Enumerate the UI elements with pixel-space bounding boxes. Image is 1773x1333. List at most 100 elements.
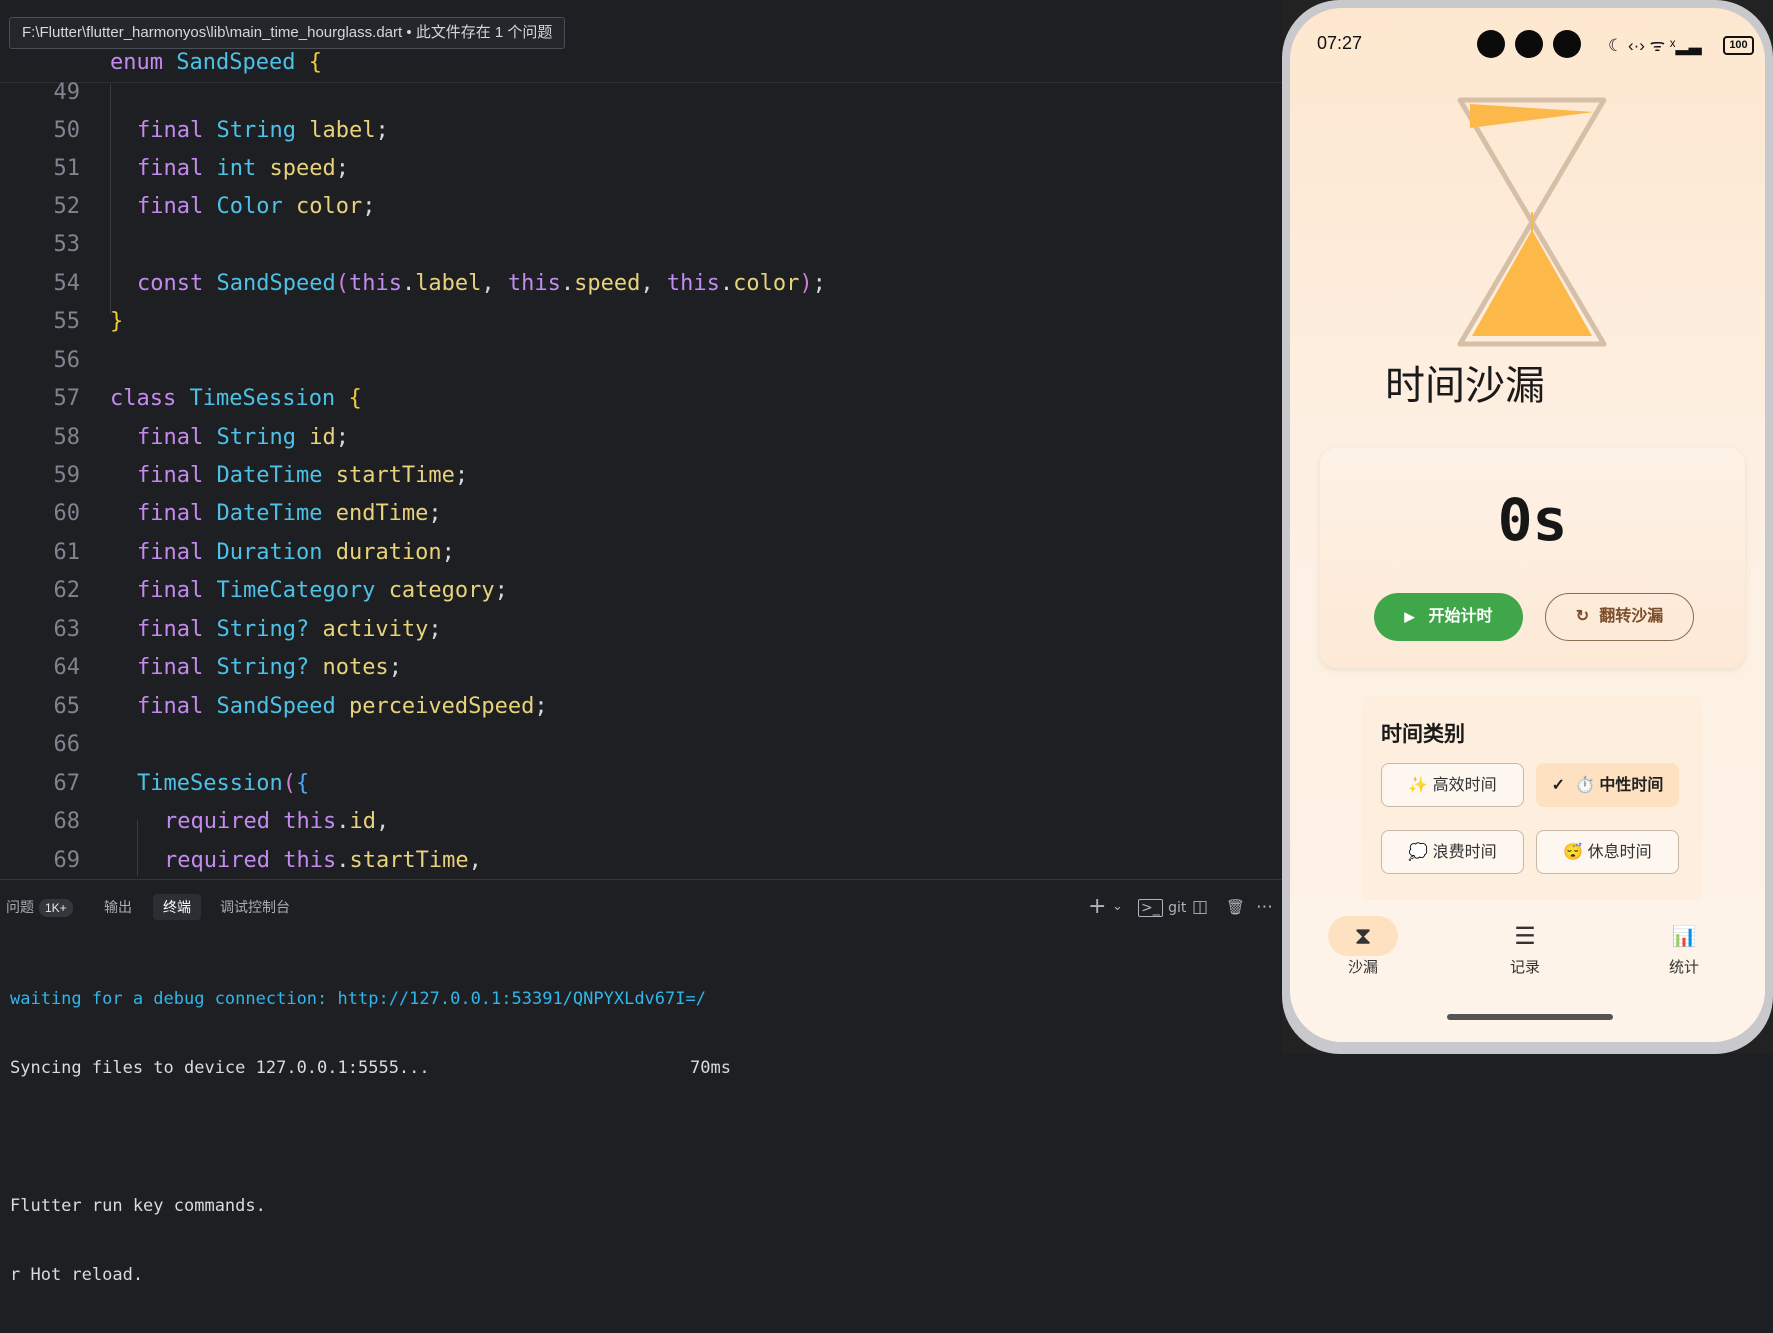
terminal-output[interactable]: waiting for a debug connection: http://1… (10, 942, 731, 1333)
category-chip-neutral[interactable]: ✓ ⏱️ 中性时间 (1536, 763, 1679, 807)
punct: ; (362, 194, 376, 219)
type-name: Duration (216, 540, 323, 565)
problems-count-badge: 1K+ (39, 899, 73, 917)
keyword: final (137, 118, 204, 143)
category-chip-rest[interactable]: 😴 休息时间 (1536, 830, 1679, 874)
split-terminal-icon[interactable]: ◫ (1192, 894, 1208, 920)
punct: ; (428, 501, 442, 526)
code-line-50[interactable]: final String label; (137, 118, 389, 143)
code-line-52[interactable]: final Color color; (137, 194, 375, 219)
nav-label: 统计 (1668, 959, 1699, 976)
code-editor[interactable]: F:\Flutter\flutter_harmonyos\lib\main_ti… (0, 0, 1282, 876)
tab-problems[interactable]: 问题 1K+ (6, 894, 73, 920)
line-number: 63 (53, 617, 81, 642)
line-number: 53 (53, 232, 81, 257)
indent-guide (137, 820, 138, 876)
code-lines[interactable]: 49 50 51 52 53 54 55 56 57 58 59 60 61 6… (0, 0, 1282, 876)
code-line-62[interactable]: final TimeCategory category; (137, 578, 508, 603)
terminal-profile-button[interactable]: >_ git (1138, 894, 1186, 921)
check-icon: ✓ (1551, 777, 1565, 794)
line-number: 50 (53, 118, 81, 143)
code-line-55[interactable]: } (110, 309, 123, 334)
paren: ( (335, 271, 349, 296)
punct: ; (812, 271, 826, 296)
type-name: DateTime (216, 501, 323, 526)
category-chip-efficient[interactable]: ✨ 高效时间 (1381, 763, 1524, 807)
type-name: Color (216, 194, 283, 219)
status-time: 07:27 (1317, 33, 1363, 53)
code-line-67[interactable]: TimeSession({ (137, 771, 309, 796)
identifier: startTime (335, 463, 455, 488)
more-icon[interactable]: ⋯ (1256, 894, 1273, 920)
punct: ; (375, 118, 389, 143)
code-line-51[interactable]: final int speed; (137, 156, 349, 181)
line-number: 67 (53, 771, 81, 796)
keyword: this (666, 271, 720, 296)
bottom-panel: 问题 1K+ 输出 终端 调试控制台 + ⌄ >_ git ◫ 🗑 ⋯ waiti… (0, 879, 1282, 1285)
punct: . (719, 271, 734, 296)
identifier: label (309, 118, 376, 143)
home-indicator[interactable] (1447, 1014, 1613, 1020)
terminal-profile-label: git (1168, 900, 1187, 916)
stopwatch-icon: ⏱️ (1575, 777, 1595, 794)
identifier: perceivedSpeed (348, 694, 535, 719)
code-line-57[interactable]: class TimeSession { (110, 386, 362, 411)
nav-item-statistics[interactable]: 📊 统计 (1639, 918, 1729, 977)
bottom-navigation: ⧗ 沙漏 ☰ 记录 📊 统计 (1290, 900, 1765, 1042)
nav-item-records[interactable]: ☰ 记录 (1480, 918, 1570, 977)
timer-card: 0s ▶ 开始计时 ↻ 翻转沙漏 (1320, 448, 1745, 668)
code-line-54[interactable]: const SandSpeed(this.label, this.speed, … (137, 271, 826, 296)
brace: } (110, 309, 124, 334)
code-line-69[interactable]: required this.startTime, (164, 848, 482, 873)
terminal-line: Syncing files to device 127.0.0.1:5555..… (10, 1057, 731, 1080)
type-name: String (216, 118, 296, 143)
code-line-61[interactable]: final Duration duration; (137, 540, 455, 565)
flip-hourglass-button[interactable]: ↻ 翻转沙漏 (1545, 593, 1694, 641)
identifier: duration (335, 540, 442, 565)
keyword: final (137, 156, 204, 181)
trash-icon[interactable]: 🗑 (1226, 894, 1245, 920)
code-line-58[interactable]: final String id; (137, 425, 349, 450)
terminal-timing: 70ms (690, 1058, 731, 1078)
keyword: required (164, 848, 270, 873)
chevron-down-icon[interactable]: ⌄ (1112, 894, 1123, 920)
line-number: 61 (53, 540, 81, 565)
tab-terminal[interactable]: 终端 (153, 894, 201, 920)
line-number: 58 (53, 425, 81, 450)
punct: , (375, 809, 390, 834)
keyword: this (348, 271, 402, 296)
identifier: speed (269, 156, 336, 181)
punct: ; (428, 617, 442, 642)
phone-screen[interactable]: 07:27 ☾ ‹·› ᯤ ˣ▂▃ 100 时间沙漏 0s ▶ 开始计时 ↻ 翻转沙… (1290, 8, 1765, 1042)
line-number: 62 (53, 578, 81, 603)
code-line-60[interactable]: final DateTime endTime; (137, 501, 442, 526)
tab-output[interactable]: 输出 (104, 894, 132, 920)
nav-item-hourglass[interactable]: ⧗ 沙漏 (1318, 918, 1408, 977)
punct: ; (335, 156, 349, 181)
punct: , (640, 271, 667, 296)
terminal-line: Flutter run key commands. (10, 1196, 266, 1216)
brace: { (295, 771, 310, 796)
start-timer-button[interactable]: ▶ 开始计时 (1374, 593, 1523, 641)
code-line-68[interactable]: required this.id, (164, 809, 389, 834)
tab-debug-console[interactable]: 调试控制台 (220, 894, 290, 920)
identifier: color (733, 271, 800, 296)
code-line-65[interactable]: final SandSpeed perceivedSpeed; (137, 694, 548, 719)
punct: ; (388, 655, 402, 680)
camera-icon (1477, 30, 1505, 58)
category-chip-wasted[interactable]: 💭 浪费时间 (1381, 830, 1524, 874)
device-emulator: 07:27 ☾ ‹·› ᯤ ˣ▂▃ 100 时间沙漏 0s ▶ 开始计时 ↻ 翻转沙… (1282, 0, 1773, 1054)
code-line-63[interactable]: final String? activity; (137, 617, 442, 642)
type-name: TimeCategory (216, 578, 376, 603)
punct: ; (441, 540, 455, 565)
keyword: final (137, 501, 204, 526)
identifier: activity (322, 617, 429, 642)
code-line-64[interactable]: final String? notes; (137, 655, 402, 680)
paren: ) (799, 271, 813, 296)
add-terminal-button[interactable]: + (1088, 894, 1106, 920)
type-name: int (216, 156, 257, 181)
keyword: final (137, 694, 204, 719)
chip-label: 浪费时间 (1432, 844, 1497, 861)
code-line-59[interactable]: final DateTime startTime; (137, 463, 468, 488)
button-label: 开始计时 (1428, 608, 1493, 625)
